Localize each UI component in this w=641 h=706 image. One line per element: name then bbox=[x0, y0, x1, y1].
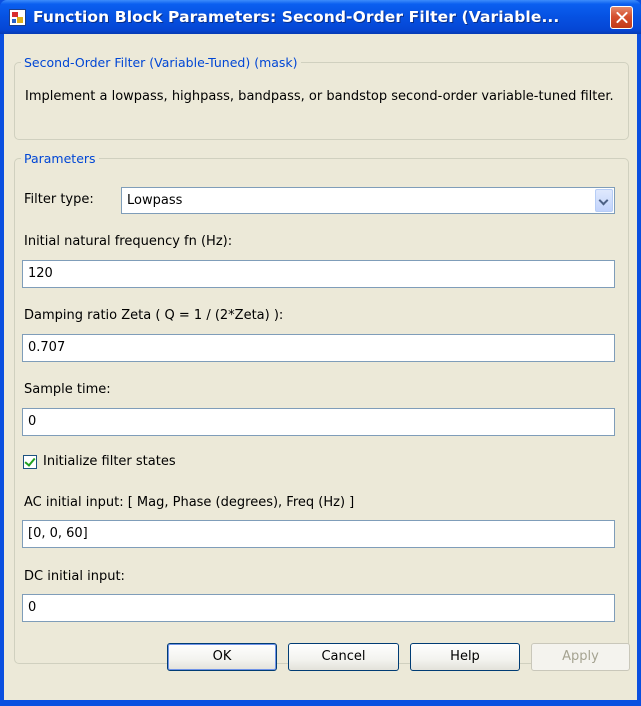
dc-initial-input-field[interactable]: 0 bbox=[22, 594, 615, 622]
chevron-down-icon[interactable] bbox=[595, 189, 613, 212]
natural-frequency-label: Initial natural frequency fn (Hz): bbox=[24, 234, 233, 249]
sample-time-label: Sample time: bbox=[24, 382, 111, 397]
simulink-block-icon bbox=[9, 9, 26, 26]
mask-description: Implement a lowpass, highpass, bandpass,… bbox=[25, 89, 614, 104]
filter-type-select[interactable]: Lowpass bbox=[121, 187, 615, 214]
parameters-legend: Parameters bbox=[21, 151, 99, 166]
dialog-window: Function Block Parameters: Second-Order … bbox=[0, 0, 641, 706]
help-button[interactable]: Help bbox=[410, 643, 520, 671]
ac-initial-input-field[interactable]: [0, 0, 60] bbox=[22, 520, 615, 548]
sample-time-input[interactable]: 0 bbox=[22, 408, 615, 436]
initialize-states-label[interactable]: Initialize filter states bbox=[43, 454, 176, 469]
ac-initial-input-label: AC initial input: [ Mag, Phase (degrees)… bbox=[24, 495, 355, 510]
damping-ratio-input[interactable]: 0.707 bbox=[22, 334, 615, 362]
parameters-group: Parameters Filter type: Lowpass Initial … bbox=[14, 151, 629, 664]
dc-initial-input-label: DC initial input: bbox=[24, 569, 125, 584]
mask-group-legend: Second-Order Filter (Variable-Tuned) (ma… bbox=[21, 55, 301, 70]
natural-frequency-input[interactable]: 120 bbox=[22, 260, 615, 288]
mask-description-group: Second-Order Filter (Variable-Tuned) (ma… bbox=[14, 55, 629, 140]
dialog-client-area: Second-Order Filter (Variable-Tuned) (ma… bbox=[4, 34, 637, 700]
cancel-button[interactable]: Cancel bbox=[288, 643, 399, 671]
initialize-states-checkbox[interactable] bbox=[23, 455, 37, 469]
filter-type-value: Lowpass bbox=[127, 193, 183, 208]
filter-type-label: Filter type: bbox=[24, 192, 94, 207]
window-border-bottom bbox=[0, 700, 641, 706]
close-icon[interactable] bbox=[610, 6, 633, 29]
title-bar[interactable]: Function Block Parameters: Second-Order … bbox=[0, 0, 641, 34]
apply-button[interactable]: Apply bbox=[531, 643, 630, 671]
damping-ratio-label: Damping ratio Zeta ( Q = 1 / (2*Zeta) ): bbox=[24, 308, 284, 323]
window-title: Function Block Parameters: Second-Order … bbox=[33, 8, 560, 26]
ok-button[interactable]: OK bbox=[167, 643, 277, 671]
window-border-right bbox=[637, 34, 641, 706]
